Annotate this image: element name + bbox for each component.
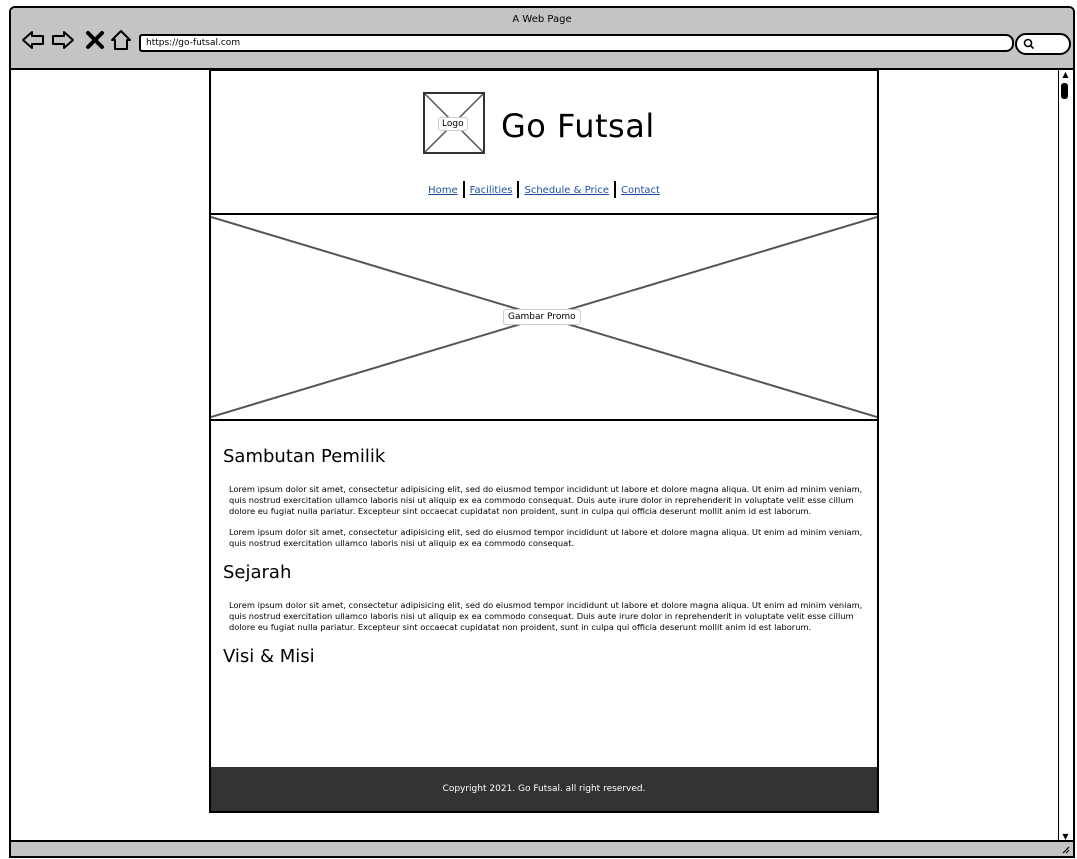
main-nav: Home Facilities Schedule & Price Contact bbox=[211, 181, 877, 198]
promo-label: Gambar Promo bbox=[503, 309, 581, 325]
search-icon bbox=[1023, 38, 1035, 50]
window-title: A Web Page bbox=[512, 14, 572, 25]
nav-home-link[interactable]: Home bbox=[423, 185, 463, 196]
logo-label: Logo bbox=[438, 117, 468, 131]
site-title: Go Futsal bbox=[501, 107, 655, 145]
home-icon[interactable] bbox=[109, 28, 133, 52]
page-header: Logo Go Futsal Home Facilities Schedule & … bbox=[211, 71, 877, 213]
browser-titlebar: A Web Page https://go-futsal.com bbox=[11, 8, 1073, 70]
browser-window: A Web Page https://go-futsal.com ▲ ▼ Log… bbox=[9, 6, 1075, 858]
logo[interactable]: Logo bbox=[423, 92, 485, 154]
sejarah-paragraph-1: Lorem ipsum dolor sit amet, consectetur … bbox=[229, 600, 863, 632]
promo-image: Gambar Promo bbox=[211, 213, 877, 421]
close-icon[interactable] bbox=[83, 28, 107, 52]
resize-handle-icon[interactable] bbox=[1060, 844, 1070, 854]
back-arrow-icon[interactable] bbox=[21, 28, 45, 52]
address-bar[interactable]: https://go-futsal.com bbox=[139, 34, 1014, 52]
forward-arrow-icon[interactable] bbox=[51, 28, 75, 52]
main-content: Sambutan Pemilik Lorem ipsum dolor sit a… bbox=[223, 446, 873, 667]
browser-search-button[interactable] bbox=[1015, 33, 1071, 55]
vertical-scrollbar[interactable]: ▲ ▼ bbox=[1058, 70, 1071, 842]
browser-status-bar bbox=[11, 840, 1073, 856]
scroll-up-icon[interactable]: ▲ bbox=[1061, 70, 1070, 80]
section-heading-sambutan: Sambutan Pemilik bbox=[223, 446, 386, 467]
section-heading-sejarah: Sejarah bbox=[223, 562, 292, 583]
web-page: Logo Go Futsal Home Facilities Schedule & … bbox=[209, 69, 879, 813]
sambutan-paragraph-1: Lorem ipsum dolor sit amet, consectetur … bbox=[229, 484, 863, 516]
nav-contact-link[interactable]: Contact bbox=[616, 185, 665, 196]
nav-facilities-link[interactable]: Facilities bbox=[465, 185, 518, 196]
scroll-thumb[interactable] bbox=[1061, 83, 1068, 99]
sambutan-paragraph-2: Lorem ipsum dolor sit amet, consectetur … bbox=[229, 527, 863, 548]
section-heading-visi-misi: Visi & Misi bbox=[223, 646, 315, 667]
nav-schedule-price-link[interactable]: Schedule & Price bbox=[519, 185, 614, 196]
page-footer: Copyright 2021. Go Futsal. all right res… bbox=[211, 767, 877, 811]
